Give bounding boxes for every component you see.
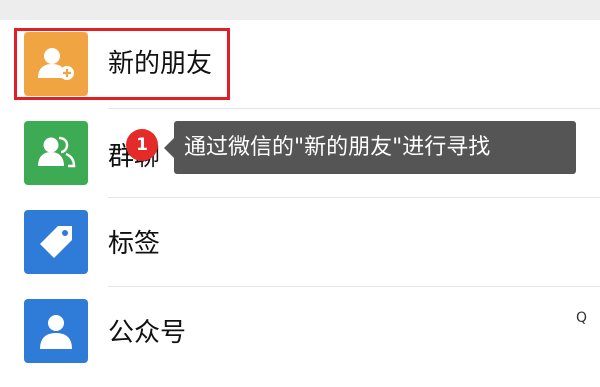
contact-item-label: 标签 [108,229,161,259]
index-search-icon[interactable]: Q [576,310,587,326]
official-account-icon [24,299,88,363]
tooltip-arrow [164,138,174,158]
divider [108,108,600,109]
highlight-box [14,28,230,100]
tag-icon [24,210,88,274]
divider [108,197,600,198]
contact-item-label: 公众号 [108,318,187,348]
divider [108,286,600,287]
contact-item-official-accounts[interactable]: 公众号 [0,299,600,387]
contact-item-tags[interactable]: 标签 [0,210,600,298]
group-chat-icon [24,121,88,185]
top-gray-strip [0,0,600,20]
step-badge: 1 [126,129,158,161]
tooltip-callout: 通过微信的"新的朋友"进行寻找 [174,121,576,174]
